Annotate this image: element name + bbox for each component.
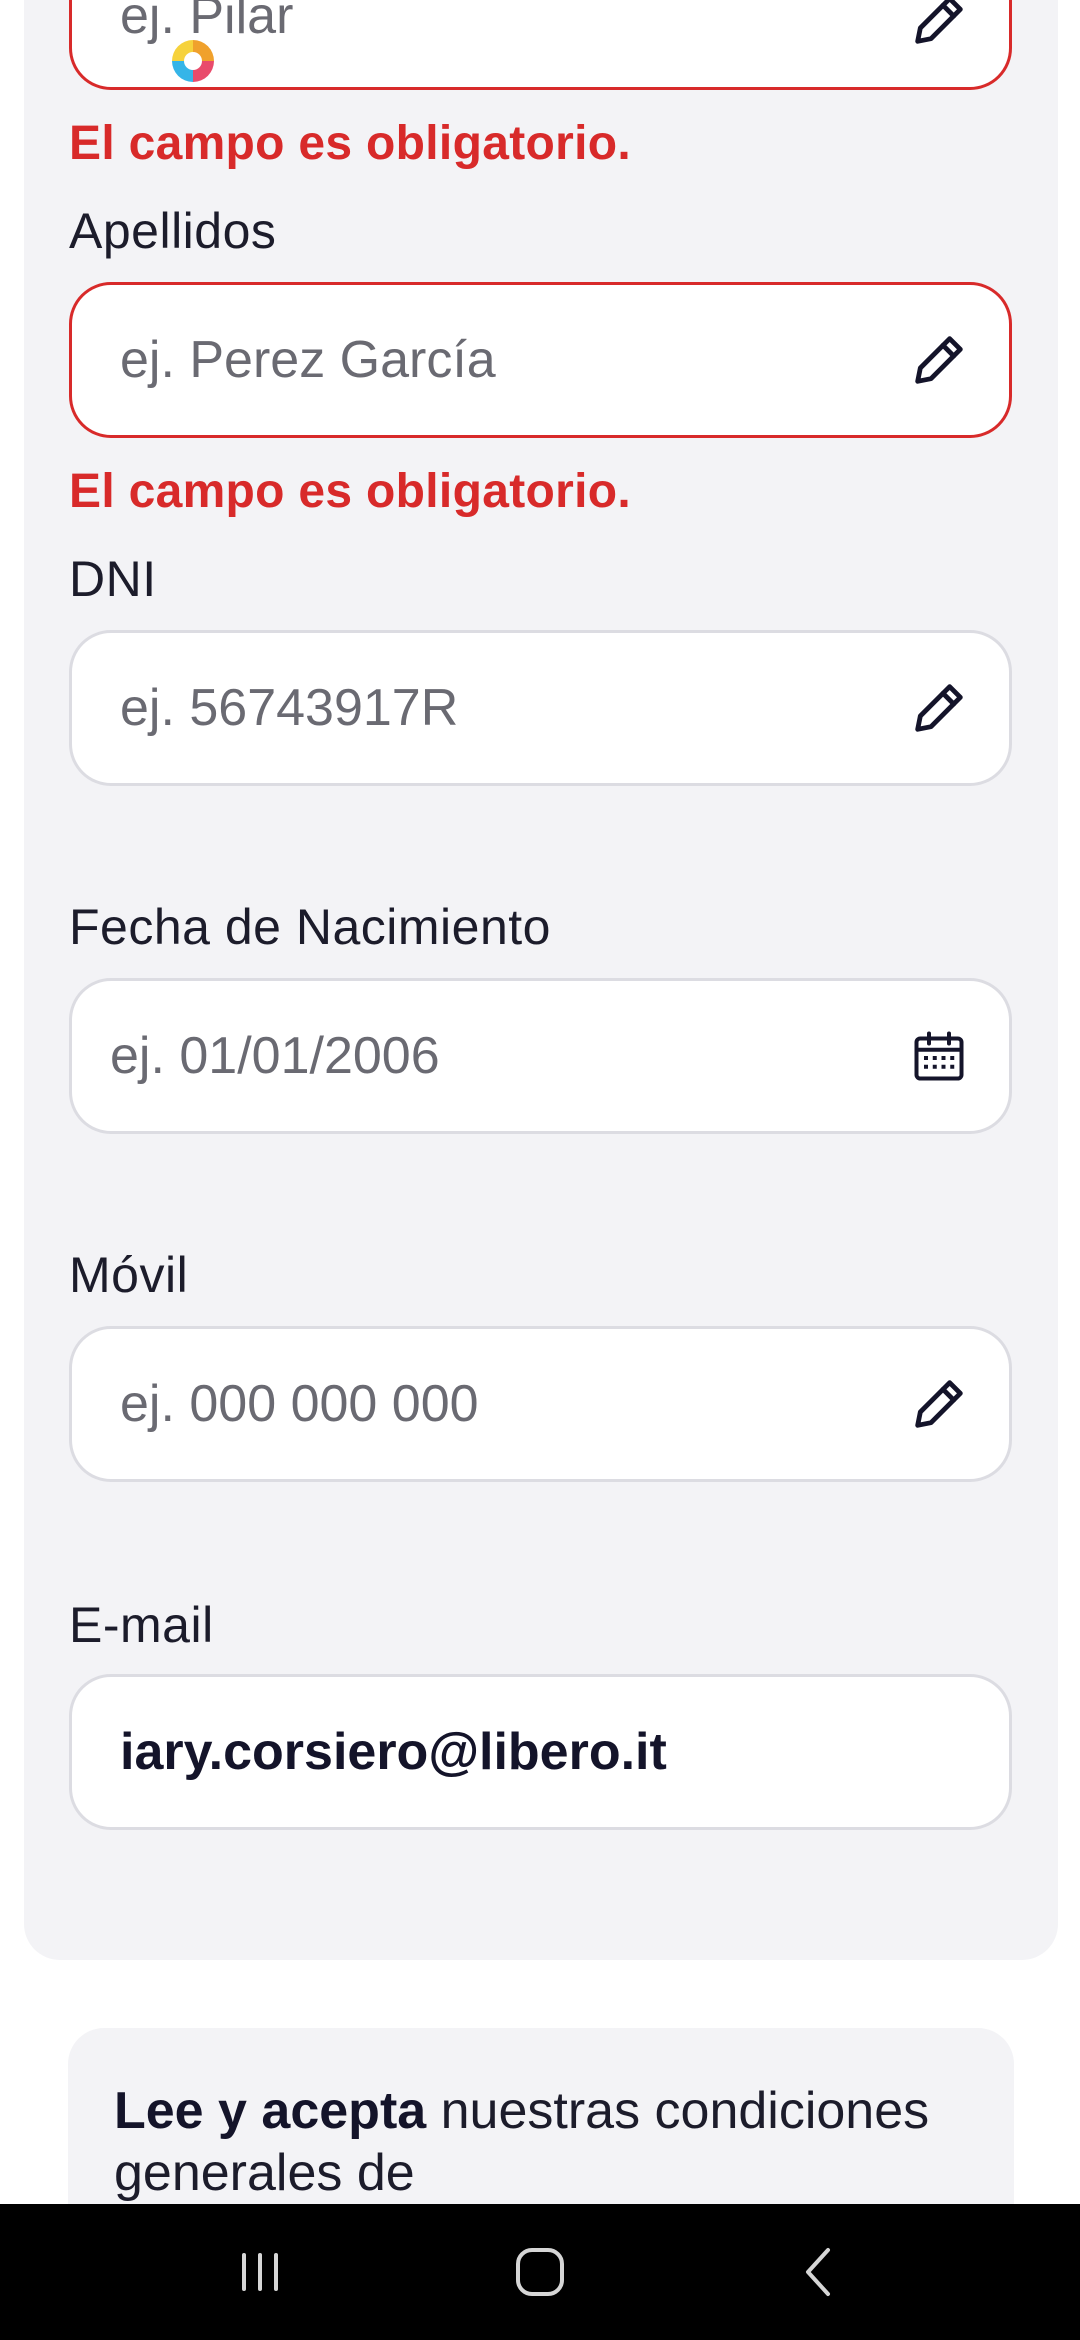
recents-icon (242, 2253, 278, 2291)
nombre-field[interactable]: ej. Pilar (69, 0, 1012, 90)
home-button[interactable] (480, 2222, 600, 2322)
nombre-placeholder: ej. Pilar (120, 0, 294, 45)
registration-screen: ej. Pilar El campo es obligatorio. Apell… (0, 0, 1080, 2340)
apellidos-label: Apellidos (69, 203, 277, 259)
pencil-icon[interactable] (905, 1370, 973, 1438)
home-icon (516, 2248, 564, 2296)
nombre-error: El campo es obligatorio. (69, 117, 631, 170)
dni-placeholder: ej. 56743917R (120, 679, 459, 737)
assistant-bubble-icon[interactable] (172, 40, 214, 82)
apellidos-error: El campo es obligatorio. (69, 465, 631, 518)
apellidos-placeholder: ej. Perez García (120, 331, 496, 389)
terms-text: Lee y acepta nuestras condiciones genera… (114, 2080, 968, 2204)
back-icon (806, 2248, 830, 2296)
apellidos-field[interactable]: ej. Perez García (69, 282, 1012, 438)
email-value: iary.corsiero@libero.it (120, 1723, 667, 1781)
fecha-label: Fecha de Nacimiento (69, 899, 551, 955)
back-button[interactable] (760, 2222, 880, 2322)
system-nav-bar (0, 2204, 1080, 2340)
dni-field[interactable]: ej. 56743917R (69, 630, 1012, 786)
fecha-placeholder: ej. 01/01/2006 (110, 1027, 440, 1085)
calendar-icon[interactable] (905, 1022, 973, 1090)
movil-label: Móvil (69, 1247, 189, 1303)
terms-bold: Lee y acepta (114, 2082, 427, 2140)
pencil-icon[interactable] (905, 674, 973, 742)
pencil-icon[interactable] (905, 0, 973, 54)
email-field[interactable]: iary.corsiero@libero.it (69, 1674, 1012, 1830)
dni-label: DNI (69, 551, 157, 607)
movil-placeholder: ej. 000 000 000 (120, 1375, 479, 1433)
fecha-field[interactable]: ej. 01/01/2006 (69, 978, 1012, 1134)
recents-button[interactable] (200, 2222, 320, 2322)
pencil-icon[interactable] (905, 326, 973, 394)
movil-field[interactable]: ej. 000 000 000 (69, 1326, 1012, 1482)
email-label: E-mail (69, 1597, 214, 1653)
